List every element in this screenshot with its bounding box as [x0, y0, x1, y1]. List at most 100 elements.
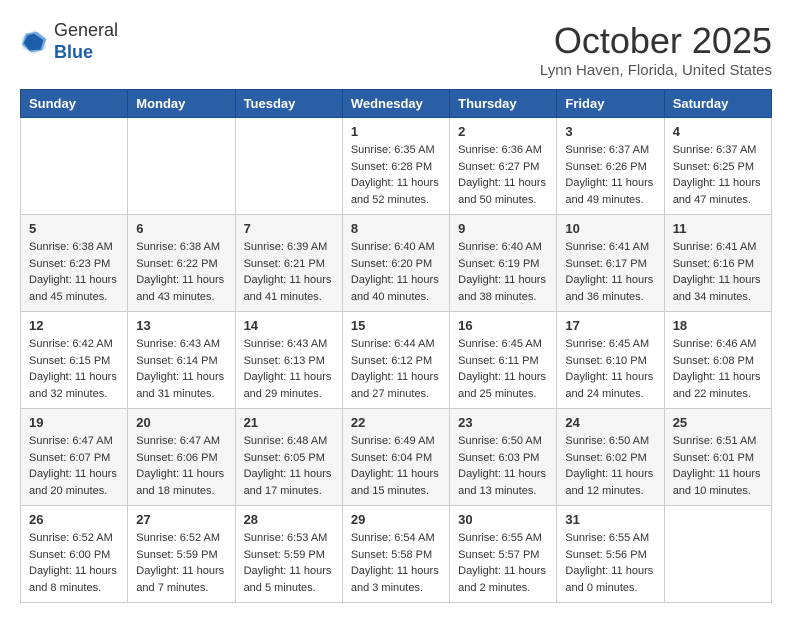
day-number: 3	[565, 124, 655, 139]
day-info: Sunrise: 6:52 AM Sunset: 6:00 PM Dayligh…	[29, 530, 119, 596]
page-header: General Blue October 2025 Lynn Haven, Fl…	[20, 20, 772, 79]
calendar-cell: 24 Sunrise: 6:50 AM Sunset: 6:02 PM Dayli…	[557, 409, 664, 506]
logo: General Blue	[20, 20, 118, 63]
day-header-friday: Friday	[557, 90, 664, 118]
calendar-cell: 30 Sunrise: 6:55 AM Sunset: 5:57 PM Dayli…	[450, 506, 557, 603]
title-block: October 2025 Lynn Haven, Florida, United…	[540, 20, 772, 79]
day-header-sunday: Sunday	[21, 90, 128, 118]
calendar-cell: 11Sunrise: 6:41 AM Sunset: 6:16 PM Dayli…	[664, 215, 771, 312]
calendar-cell: 28 Sunrise: 6:53 AM Sunset: 5:59 PM Dayli…	[235, 506, 342, 603]
day-header-saturday: Saturday	[664, 90, 771, 118]
day-info: Sunrise: 6:38 AM Sunset: 6:23 PM Dayligh…	[29, 239, 119, 305]
calendar-cell: 18Sunrise: 6:46 AM Sunset: 6:08 PM Dayli…	[664, 312, 771, 409]
day-number: 25	[673, 415, 763, 430]
day-number: 10	[565, 221, 655, 236]
day-info: Sunrise: 6:50 AM Sunset: 6:03 PM Dayligh…	[458, 433, 548, 499]
calendar-cell: 7Sunrise: 6:39 AM Sunset: 6:21 PM Daylig…	[235, 215, 342, 312]
day-info: Sunrise: 6:44 AM Sunset: 6:12 PM Dayligh…	[351, 336, 441, 402]
day-info: Sunrise: 6:53 AM Sunset: 5:59 PM Dayligh…	[244, 530, 334, 596]
calendar-cell: 31Sunrise: 6:55 AM Sunset: 5:56 PM Dayli…	[557, 506, 664, 603]
day-info: Sunrise: 6:41 AM Sunset: 6:17 PM Dayligh…	[565, 239, 655, 305]
day-info: Sunrise: 6:50 AM Sunset: 6:02 PM Dayligh…	[565, 433, 655, 499]
calendar-week-1: 1 Sunrise: 6:35 AM Sunset: 6:28 PM Daylig…	[21, 118, 772, 215]
calendar-cell: 9 Sunrise: 6:40 AM Sunset: 6:19 PM Daylig…	[450, 215, 557, 312]
calendar-cell: 21 Sunrise: 6:48 AM Sunset: 6:05 PM Dayli…	[235, 409, 342, 506]
day-info: Sunrise: 6:55 AM Sunset: 5:57 PM Dayligh…	[458, 530, 548, 596]
calendar-cell: 5 Sunrise: 6:38 AM Sunset: 6:23 PM Daylig…	[21, 215, 128, 312]
logo-icon	[20, 28, 48, 56]
calendar-cell	[128, 118, 235, 215]
day-info: Sunrise: 6:47 AM Sunset: 6:07 PM Dayligh…	[29, 433, 119, 499]
calendar-cell: 12Sunrise: 6:42 AM Sunset: 6:15 PM Dayli…	[21, 312, 128, 409]
calendar-cell: 17 Sunrise: 6:45 AM Sunset: 6:10 PM Dayli…	[557, 312, 664, 409]
day-info: Sunrise: 6:43 AM Sunset: 6:14 PM Dayligh…	[136, 336, 226, 402]
day-number: 16	[458, 318, 548, 333]
day-number: 22	[351, 415, 441, 430]
day-info: Sunrise: 6:36 AM Sunset: 6:27 PM Dayligh…	[458, 142, 548, 208]
day-number: 28	[244, 512, 334, 527]
day-info: Sunrise: 6:55 AM Sunset: 5:56 PM Dayligh…	[565, 530, 655, 596]
location-subtitle: Lynn Haven, Florida, United States	[540, 62, 772, 79]
calendar-cell: 1 Sunrise: 6:35 AM Sunset: 6:28 PM Daylig…	[342, 118, 449, 215]
day-info: Sunrise: 6:45 AM Sunset: 6:11 PM Dayligh…	[458, 336, 548, 402]
day-info: Sunrise: 6:43 AM Sunset: 6:13 PM Dayligh…	[244, 336, 334, 402]
day-info: Sunrise: 6:40 AM Sunset: 6:19 PM Dayligh…	[458, 239, 548, 305]
day-number: 29	[351, 512, 441, 527]
calendar-week-2: 5 Sunrise: 6:38 AM Sunset: 6:23 PM Daylig…	[21, 215, 772, 312]
day-number: 5	[29, 221, 119, 236]
calendar-cell: 4 Sunrise: 6:37 AM Sunset: 6:25 PM Daylig…	[664, 118, 771, 215]
day-number: 19	[29, 415, 119, 430]
day-info: Sunrise: 6:48 AM Sunset: 6:05 PM Dayligh…	[244, 433, 334, 499]
calendar-cell: 2Sunrise: 6:36 AM Sunset: 6:27 PM Daylig…	[450, 118, 557, 215]
day-info: Sunrise: 6:52 AM Sunset: 5:59 PM Dayligh…	[136, 530, 226, 596]
calendar-header-row: SundayMondayTuesdayWednesdayThursdayFrid…	[21, 90, 772, 118]
calendar-cell: 26 Sunrise: 6:52 AM Sunset: 6:00 PM Dayli…	[21, 506, 128, 603]
day-info: Sunrise: 6:37 AM Sunset: 6:25 PM Dayligh…	[673, 142, 763, 208]
calendar-cell: 10 Sunrise: 6:41 AM Sunset: 6:17 PM Dayli…	[557, 215, 664, 312]
day-number: 21	[244, 415, 334, 430]
day-number: 30	[458, 512, 548, 527]
day-info: Sunrise: 6:46 AM Sunset: 6:08 PM Dayligh…	[673, 336, 763, 402]
day-info: Sunrise: 6:37 AM Sunset: 6:26 PM Dayligh…	[565, 142, 655, 208]
calendar-cell: 13 Sunrise: 6:43 AM Sunset: 6:14 PM Dayli…	[128, 312, 235, 409]
calendar-cell: 8Sunrise: 6:40 AM Sunset: 6:20 PM Daylig…	[342, 215, 449, 312]
calendar-cell: 27 Sunrise: 6:52 AM Sunset: 5:59 PM Dayli…	[128, 506, 235, 603]
calendar-cell	[664, 506, 771, 603]
day-info: Sunrise: 6:35 AM Sunset: 6:28 PM Dayligh…	[351, 142, 441, 208]
day-number: 26	[29, 512, 119, 527]
logo-text: General Blue	[54, 20, 118, 63]
calendar-cell: 23 Sunrise: 6:50 AM Sunset: 6:03 PM Dayli…	[450, 409, 557, 506]
day-number: 12	[29, 318, 119, 333]
day-info: Sunrise: 6:47 AM Sunset: 6:06 PM Dayligh…	[136, 433, 226, 499]
day-number: 17	[565, 318, 655, 333]
day-info: Sunrise: 6:49 AM Sunset: 6:04 PM Dayligh…	[351, 433, 441, 499]
calendar-cell: 3 Sunrise: 6:37 AM Sunset: 6:26 PM Daylig…	[557, 118, 664, 215]
month-title: October 2025	[540, 20, 772, 62]
day-number: 20	[136, 415, 226, 430]
day-number: 13	[136, 318, 226, 333]
day-info: Sunrise: 6:45 AM Sunset: 6:10 PM Dayligh…	[565, 336, 655, 402]
calendar-week-4: 19 Sunrise: 6:47 AM Sunset: 6:07 PM Dayli…	[21, 409, 772, 506]
day-number: 6	[136, 221, 226, 236]
calendar-cell: 16 Sunrise: 6:45 AM Sunset: 6:11 PM Dayli…	[450, 312, 557, 409]
calendar-week-5: 26 Sunrise: 6:52 AM Sunset: 6:00 PM Dayli…	[21, 506, 772, 603]
day-number: 14	[244, 318, 334, 333]
calendar-cell	[21, 118, 128, 215]
calendar-cell: 19 Sunrise: 6:47 AM Sunset: 6:07 PM Dayli…	[21, 409, 128, 506]
day-number: 11	[673, 221, 763, 236]
day-info: Sunrise: 6:38 AM Sunset: 6:22 PM Dayligh…	[136, 239, 226, 305]
day-number: 27	[136, 512, 226, 527]
day-header-wednesday: Wednesday	[342, 90, 449, 118]
calendar-cell	[235, 118, 342, 215]
day-number: 8	[351, 221, 441, 236]
day-info: Sunrise: 6:51 AM Sunset: 6:01 PM Dayligh…	[673, 433, 763, 499]
day-number: 1	[351, 124, 441, 139]
calendar-cell: 14 Sunrise: 6:43 AM Sunset: 6:13 PM Dayli…	[235, 312, 342, 409]
day-number: 23	[458, 415, 548, 430]
day-number: 9	[458, 221, 548, 236]
day-number: 7	[244, 221, 334, 236]
day-info: Sunrise: 6:54 AM Sunset: 5:58 PM Dayligh…	[351, 530, 441, 596]
day-number: 4	[673, 124, 763, 139]
day-number: 24	[565, 415, 655, 430]
day-header-thursday: Thursday	[450, 90, 557, 118]
